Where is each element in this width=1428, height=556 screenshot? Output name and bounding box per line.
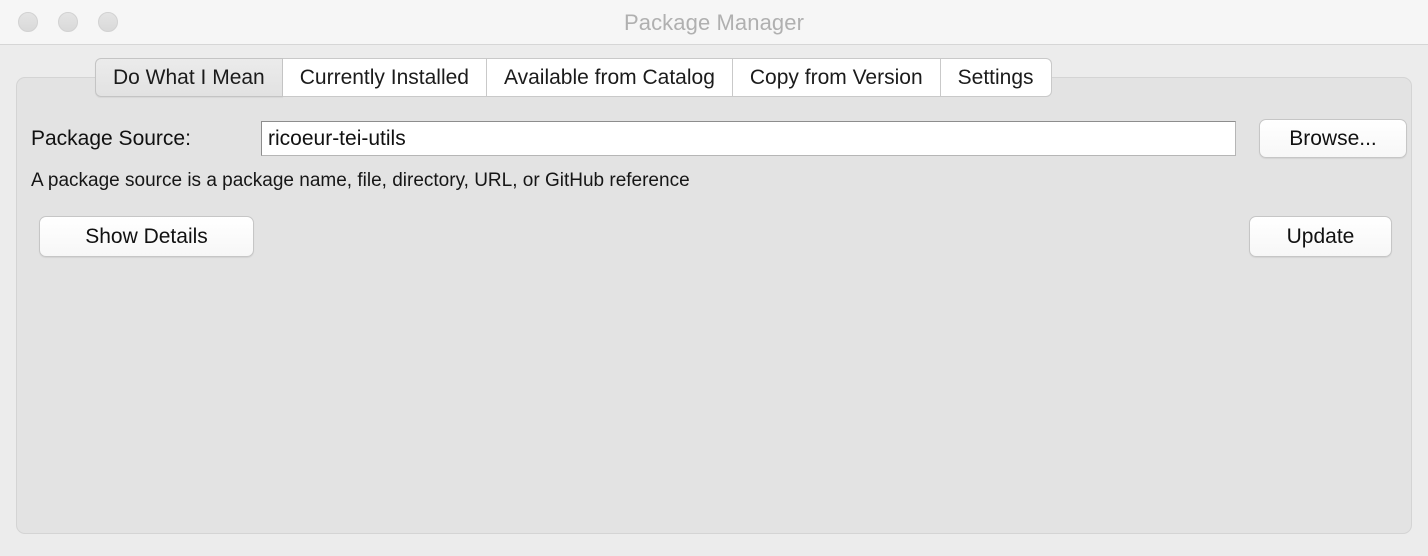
- package-source-input[interactable]: [261, 121, 1236, 156]
- title-bar: Package Manager: [0, 0, 1428, 45]
- tab-bar: Do What I Mean Currently Installed Avail…: [95, 58, 1052, 97]
- window-title: Package Manager: [623, 10, 805, 35]
- tab-do-what-i-mean[interactable]: Do What I Mean: [95, 58, 283, 97]
- update-button[interactable]: Update: [1249, 216, 1392, 257]
- tab-copy-from-version[interactable]: Copy from Version: [732, 58, 941, 97]
- tab-settings[interactable]: Settings: [940, 58, 1052, 97]
- package-source-row: Package Source: Browse...: [31, 119, 1407, 159]
- package-source-label: Package Source:: [31, 127, 191, 150]
- package-manager-window: Package Manager Do What I Mean Currently…: [0, 0, 1428, 556]
- browse-button[interactable]: Browse...: [1259, 119, 1407, 158]
- tab-currently-installed[interactable]: Currently Installed: [282, 58, 487, 97]
- package-source-hint: A package source is a package name, file…: [31, 170, 690, 191]
- tab-available-from-catalog[interactable]: Available from Catalog: [486, 58, 733, 97]
- show-details-button[interactable]: Show Details: [39, 216, 254, 257]
- tab-content-panel: Package Source: Browse... A package sour…: [16, 77, 1412, 534]
